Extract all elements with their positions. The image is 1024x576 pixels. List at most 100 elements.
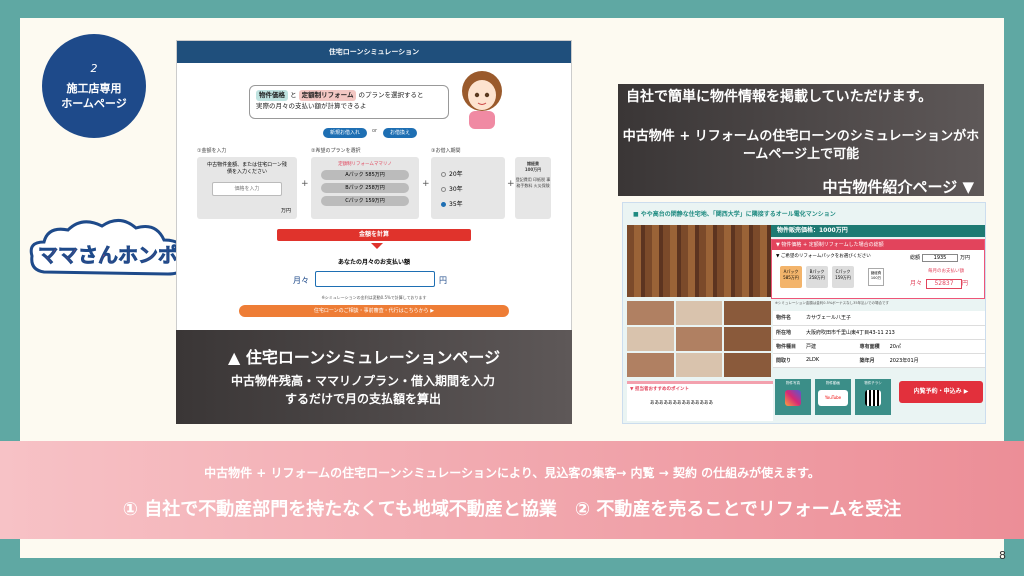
page-number: 8 xyxy=(999,549,1006,562)
listing-sim-note: ※シミュレーション金額は金利0.5%ボーナスなし35年払いでの場合です xyxy=(775,301,890,305)
instagram-icon xyxy=(785,390,801,406)
price-input[interactable]: 価格を入力 xyxy=(212,182,282,196)
radio-icon xyxy=(441,172,446,177)
summary-band: 中古物件 + リフォームの住宅ローンシミュレーションにより、見込客の集客→ 内覧… xyxy=(0,441,1024,539)
photo-thumbnail[interactable] xyxy=(675,327,723,351)
term-option-30[interactable]: 30年 xyxy=(441,182,505,197)
amount-input-box: 中古物件金額、または住宅ローン残債を入力ください 価格を入力 万円 xyxy=(197,157,297,219)
pack-name: Aパック xyxy=(783,269,799,274)
total-row: 総額 1935 万円 xyxy=(910,254,982,264)
badge-line1: 施工店専用 xyxy=(66,81,122,95)
term-label: 35年 xyxy=(449,201,463,208)
term-select-box: 20年 30年 35年 xyxy=(431,157,505,219)
simulation-caption-desc: 中古物件残高・ママリノプラン・借入期間を入力するだけで月の支払額を算出 xyxy=(230,374,495,406)
points-text: ああああああああああああああ xyxy=(650,401,713,406)
listing-simulation: ▼ 物件価格 + 定額制リフォームした場合の総額 ▼ ご希望のリフォームパックを… xyxy=(771,239,985,299)
amount-input-label: 中古物件金額、または住宅ローン残債を入力ください xyxy=(207,162,287,175)
plus-icon: + xyxy=(507,179,515,189)
icon-label: 物件チラシ xyxy=(864,381,882,385)
calculate-button[interactable]: 金額を計算 xyxy=(277,229,471,241)
instagram-photo-link[interactable]: 物件写真 xyxy=(775,379,811,415)
spec-value: 大阪府吹田市千里山東4丁目43-11 213 xyxy=(803,325,985,340)
term-label: 30年 xyxy=(449,186,463,193)
step1-label: ①金額を入力 xyxy=(197,148,227,154)
spec-key: 物件名 xyxy=(773,311,803,326)
photo-thumbnail[interactable] xyxy=(675,353,723,377)
photo-thumbnail[interactable] xyxy=(675,301,723,325)
monthly-label: 月々 xyxy=(293,276,309,285)
photo-thumbnail[interactable] xyxy=(724,327,771,351)
mamasan-honpo-logo: ママさんホンポ xyxy=(29,219,185,276)
consult-cta-button[interactable]: 住宅ローンのご相談・事前審査・代行はこちらから ▶ xyxy=(239,305,509,317)
monthly-unit: 円 xyxy=(439,276,447,285)
term-option-20[interactable]: 20年 xyxy=(441,167,505,182)
plus-icon: + xyxy=(422,179,430,189)
listing-header: ■ やや高台の閑静な住宅地、「関西大学」に隣接するオール電化マンション xyxy=(633,211,836,218)
refinance-button[interactable]: お借換え xyxy=(383,128,417,138)
interest-note: ※シミュレーションの金利は変動0.5%で計算しております xyxy=(321,295,427,300)
property-main-photo[interactable] xyxy=(627,225,771,297)
amount-unit: 万円 xyxy=(280,208,291,214)
total-label: 総額 xyxy=(910,255,921,261)
table-row: 物件名 カサヴェール八王子 xyxy=(773,311,985,326)
spec-key: 専有面積 xyxy=(856,339,887,354)
youtube-icon: YouTube xyxy=(818,390,848,406)
slide: 2 施工店専用 ホームページ ママさんホンポ 住宅ローンシミュレーション 物件価… xyxy=(0,0,1024,576)
table-row: 物件種目 戸建 専有面積 20㎡ xyxy=(773,339,985,354)
plan-c-button[interactable]: Cパック 159万円 xyxy=(321,196,409,206)
monthly-value: 52837 xyxy=(926,279,963,289)
spec-value: 20㎡ xyxy=(886,339,985,354)
fee-box: 諸経費 100万円 登記費用 印紙税 事務手数料 火災保険 xyxy=(515,157,551,219)
spec-value: 2023年01月 xyxy=(886,353,985,368)
listing-caption-label: 中古物件紹介ページ ▼ xyxy=(822,178,974,196)
pack-c-option[interactable]: Cパック 159万円 xyxy=(832,266,854,288)
photo-thumbnail[interactable] xyxy=(724,301,771,325)
bubble-tag-price: 物件価格 xyxy=(256,90,288,101)
reserve-viewing-button[interactable]: 内覧予約・申込み ▶ xyxy=(899,381,983,403)
spec-value: カサヴェール八王子 xyxy=(803,311,985,326)
photo-thumbnail[interactable] xyxy=(627,327,674,351)
listing-sim-title: ▼ 物件価格 + 定額制リフォームした場合の総額 xyxy=(772,240,984,250)
monthly-title: あなたの月々のお支払い額 xyxy=(337,259,410,266)
down-arrow-icon xyxy=(371,243,383,249)
spec-key: 所在地 xyxy=(773,325,803,340)
simulation-caption-heading: ▲ 住宅ローンシミュレーションページ xyxy=(228,348,501,367)
pack-a-option[interactable]: Aパック 585万円 xyxy=(780,266,802,288)
simulation-caption: ▲ 住宅ローンシミュレーションページ 中古物件残高・ママリノプラン・借入期間を入… xyxy=(176,330,572,424)
table-row: 間取り 2LDK 築年月 2023年01月 xyxy=(773,353,985,368)
pack-price: 159万円 xyxy=(835,275,851,280)
pack-name: Cパック xyxy=(835,269,851,274)
monthly-pay-label: 毎月のお支払い額 xyxy=(928,269,964,274)
flyer-link[interactable]: 物件チラシ xyxy=(855,379,891,415)
icon-label: 物件写真 xyxy=(786,381,800,385)
new-loan-button[interactable]: 新規お借入れ xyxy=(323,128,367,138)
youtube-video-link[interactable]: 物件動画 YouTube xyxy=(815,379,851,415)
photo-thumbnails xyxy=(627,301,771,377)
listing-caption-line2: 中古物件 + リフォームの住宅ローンのシミュレーションがホームページ上で可能 xyxy=(622,129,980,162)
bubble-line2: 実際の月々の支払い額が計算できるよ xyxy=(256,102,367,110)
monthly-unit: 円 xyxy=(962,280,969,287)
pack-b-option[interactable]: Bパック 258万円 xyxy=(806,266,828,288)
term-option-35[interactable]: 35年 xyxy=(441,197,505,212)
plan-b-button[interactable]: Bパック 258万円 xyxy=(321,183,409,193)
speech-bubble: 物件価格 と 定額制リフォーム のプランを選択すると 実際の月々の支払い額が計算… xyxy=(249,85,449,119)
plus-icon: + xyxy=(301,179,309,189)
spec-key: 間取り xyxy=(773,353,803,368)
qr-code-icon xyxy=(865,390,881,406)
radio-icon xyxy=(441,187,446,192)
summary-line2: ① 自社で不動産部門を持たなくても地域不動産と協業 ② 不動産を売ることでリフォ… xyxy=(122,499,902,520)
step2-label: ②希望のプランを選択 xyxy=(311,148,361,154)
spec-key: 物件種目 xyxy=(773,339,803,354)
photo-thumbnail[interactable] xyxy=(627,353,674,377)
photo-thumbnail[interactable] xyxy=(627,301,674,325)
icon-label: 物件動画 xyxy=(826,381,840,385)
points-title: ▼ 担当者おすすめのポイント xyxy=(630,387,690,392)
photo-thumbnail[interactable] xyxy=(724,353,771,377)
plan-a-button[interactable]: Aパック 585万円 xyxy=(321,170,409,180)
page-badge: 2 施工店専用 ホームページ xyxy=(42,34,146,138)
character-avatar-icon xyxy=(462,71,502,129)
fee-note: 登記費用 印紙税 事務手数料 火災保険 xyxy=(515,177,551,188)
listing-price: 物件販売価格：1000万円 xyxy=(771,225,985,237)
plan-select-box: 定額制リフォームママリノ Aパック 585万円 Bパック 258万円 Cパック … xyxy=(311,157,419,219)
table-row: 所在地 大阪府吹田市千里山東4丁目43-11 213 xyxy=(773,325,985,340)
